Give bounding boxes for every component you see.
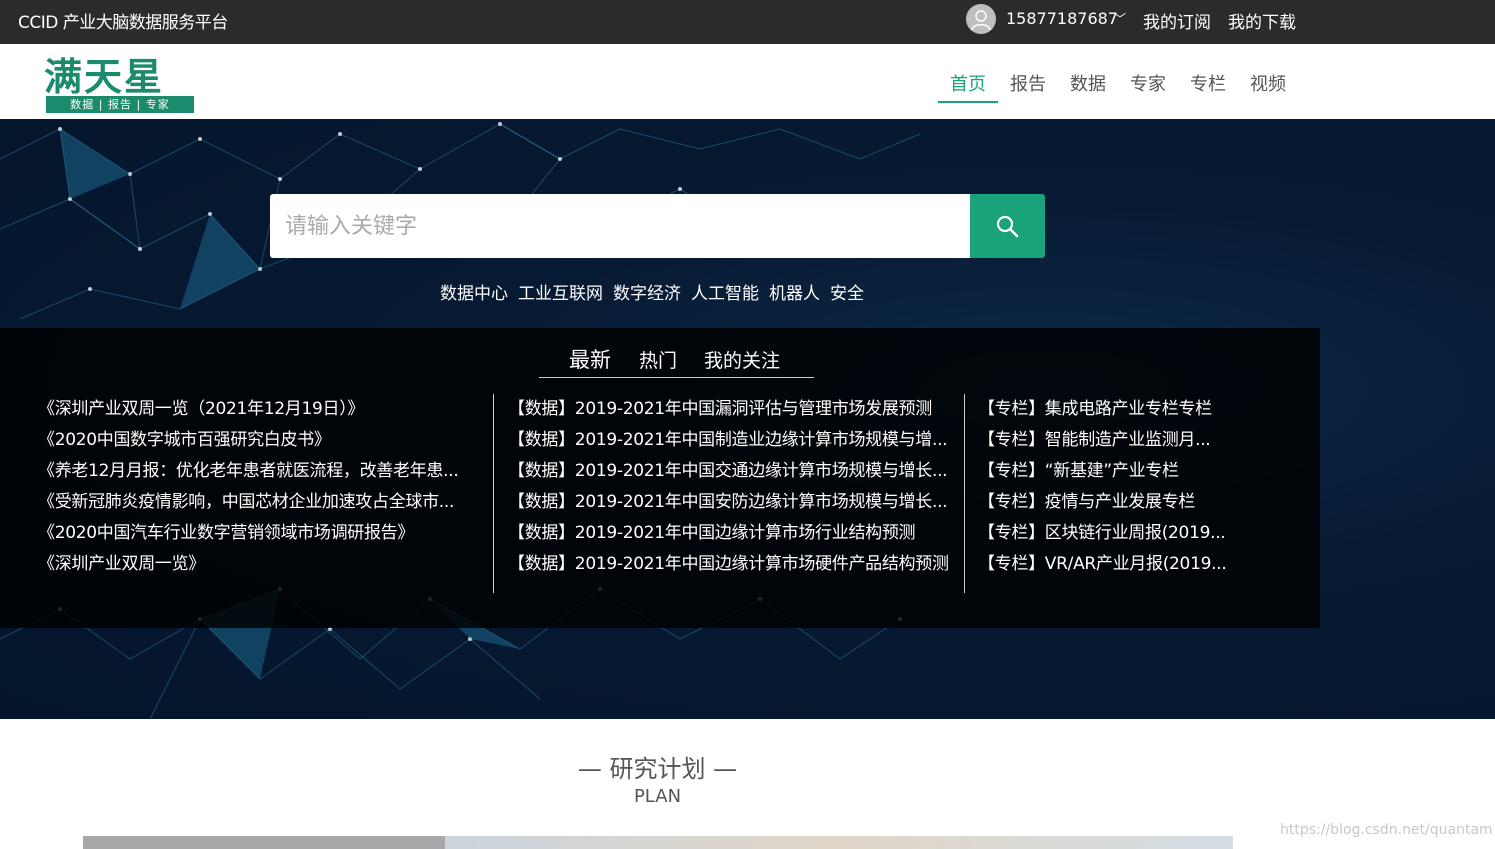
hot-tag[interactable]: 数字经济 <box>613 284 681 304</box>
hot-tag[interactable]: 人工智能 <box>691 284 759 304</box>
user-phone[interactable]: 15877187687 <box>1006 9 1118 28</box>
column-divider <box>493 394 494 593</box>
nav-columns[interactable]: 专栏 <box>1190 70 1226 96</box>
top-bar: CCID 产业大脑数据服务平台 15877187687 ﹀ 我的订阅 我的下载 <box>0 0 1495 44</box>
my-downloads-link[interactable]: 我的下载 <box>1228 8 1296 33</box>
search-input[interactable] <box>270 194 970 258</box>
list-item[interactable]: 【专栏】集成电路产业专栏专栏 <box>978 394 1228 425</box>
tab-latest[interactable]: 最新 <box>569 344 611 374</box>
list-item[interactable]: 《2020中国汽车行业数字营销领域市场调研报告》 <box>38 518 478 549</box>
user-icon <box>971 10 991 31</box>
chevron-down-icon[interactable]: ﹀ <box>1114 10 1126 27</box>
list-item[interactable]: 《深圳产业双周一览》 <box>38 549 478 580</box>
hero-banner: 数据中心工业互联网数字经济人工智能机器人安全 最新 热门 我的关注 《深圳产业双… <box>0 119 1495 719</box>
hot-tags: 数据中心 工业互联网 数字经济 人工智能 机器人 安全 <box>440 279 874 304</box>
main-header: 满天星 数据 | 报告 | 专家 首页 报告 数据 专家 专栏 视频 <box>0 44 1495 119</box>
list-item[interactable]: 《2020中国数字城市百强研究白皮书》 <box>38 425 478 456</box>
list-item[interactable]: 【数据】2019-2021年中国安防边缘计算市场规模与增长... <box>508 487 958 518</box>
list-item[interactable]: 【专栏】VR/AR产业月报(2019... <box>978 549 1228 580</box>
hot-tag[interactable]: 数据中心 <box>440 284 508 304</box>
list-item[interactable]: 【数据】2019-2021年中国漏洞评估与管理市场发展预测 <box>508 394 958 425</box>
section-title: — 研究计划 — <box>577 755 738 783</box>
avatar[interactable] <box>966 4 996 34</box>
list-item[interactable]: 【专栏】疫情与产业发展专栏 <box>978 487 1228 518</box>
search-button[interactable] <box>970 194 1045 258</box>
my-subscriptions-link[interactable]: 我的订阅 <box>1143 8 1211 33</box>
list-item[interactable]: 【数据】2019-2021年中国边缘计算市场行业结构预测 <box>508 518 958 549</box>
tab-popular[interactable]: 热门 <box>639 346 677 373</box>
section-subtitle: PLAN <box>633 786 682 807</box>
site-title[interactable]: CCID 产业大脑数据服务平台 <box>18 8 228 33</box>
content-panel: 最新 热门 我的关注 《深圳产业双周一览（2021年12月19日）》 《2020… <box>0 328 1320 628</box>
logo-tagline: 数据 | 报告 | 专家 <box>46 96 194 113</box>
list-item[interactable]: 《养老12月月报：优化老年患者就医流程，改善老年患... <box>38 456 478 487</box>
list-item[interactable]: 【数据】2019-2021年中国边缘计算市场硬件产品结构预测 <box>508 549 958 580</box>
hot-tag[interactable]: 工业互联网 <box>518 284 603 304</box>
nav-experts[interactable]: 专家 <box>1130 70 1166 96</box>
list-item[interactable]: 【数据】2019-2021年中国交通边缘计算市场规模与增长... <box>508 456 958 487</box>
columns-list: 【专栏】集成电路产业专栏专栏 【专栏】智能制造产业监测月... 【专栏】“新基建… <box>978 394 1228 580</box>
nav-home[interactable]: 首页 <box>950 70 986 96</box>
search-icon <box>996 215 1019 238</box>
latest-reports-list: 《深圳产业双周一览（2021年12月19日）》 《2020中国数字城市百强研究白… <box>38 394 478 580</box>
nav-videos[interactable]: 视频 <box>1250 70 1286 96</box>
watermark: https://blog.csdn.net/quantam <box>1280 822 1493 838</box>
data-list: 【数据】2019-2021年中国漏洞评估与管理市场发展预测 【数据】2019-2… <box>508 394 958 580</box>
hot-tag[interactable]: 安全 <box>830 284 864 304</box>
plan-banner-image[interactable] <box>445 836 1233 849</box>
list-item[interactable]: 【专栏】智能制造产业监测月... <box>978 425 1228 456</box>
list-item[interactable]: 【专栏】“新基建”产业专栏 <box>978 456 1228 487</box>
tab-following[interactable]: 我的关注 <box>704 346 780 373</box>
nav-reports[interactable]: 报告 <box>1010 70 1046 96</box>
search-box <box>270 194 970 258</box>
logo[interactable]: 满天星 数据 | 报告 | 专家 <box>44 50 194 114</box>
list-item[interactable]: 【数据】2019-2021年中国制造业边缘计算市场规模与增... <box>508 425 958 456</box>
hot-tag[interactable]: 机器人 <box>769 284 820 304</box>
list-item[interactable]: 【专栏】区块链行业周报(2019... <box>978 518 1228 549</box>
logo-text: 满天星 <box>44 54 165 99</box>
plan-card-image[interactable] <box>83 836 445 849</box>
list-item[interactable]: 《受新冠肺炎疫情影响，中国芯材企业加速攻占全球市... <box>38 487 478 518</box>
nav-data[interactable]: 数据 <box>1070 70 1106 96</box>
nav-active-indicator <box>938 101 998 103</box>
panel-tabs: 最新 热门 我的关注 <box>539 346 814 378</box>
column-divider <box>964 394 965 593</box>
list-item[interactable]: 《深圳产业双周一览（2021年12月19日）》 <box>38 394 478 425</box>
